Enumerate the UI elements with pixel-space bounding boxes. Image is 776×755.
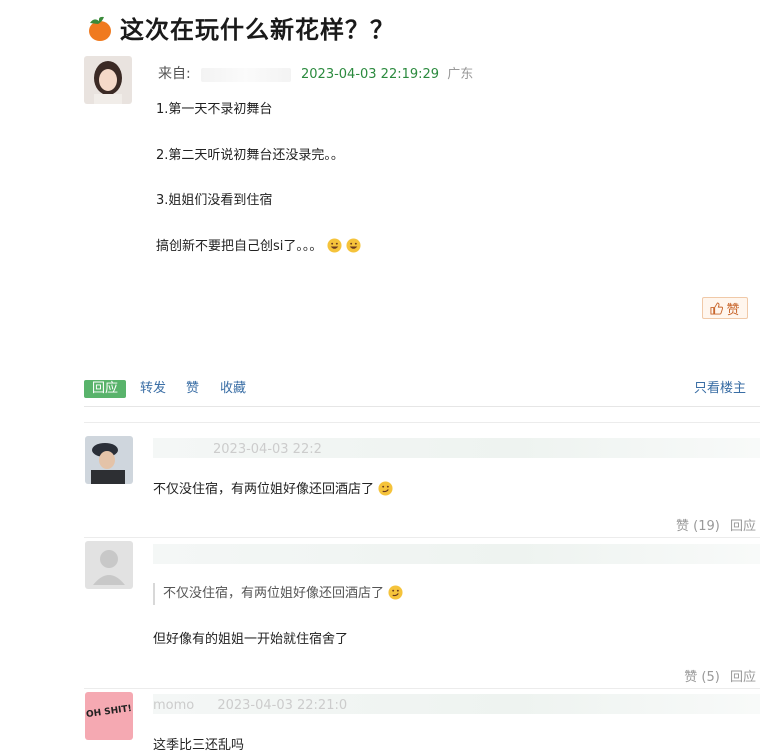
comment-footer: 赞 (19) 回应: [676, 515, 756, 534]
page-title: 这次在玩什么新花样？？: [120, 16, 395, 44]
avatar-text: OH SHIT!: [85, 703, 133, 721]
quoted-text: 不仅没住宿，有两位姐好像还回酒店了: [163, 586, 385, 601]
comment-text: 这季比三还乱吗: [153, 738, 245, 753]
comment-header-blurred: 2023-04-03 22:2: [153, 438, 760, 458]
post-line: 1.第一天不录初舞台: [156, 102, 273, 117]
from-label: 来自:: [158, 66, 191, 82]
smirk-emoji-icon: [378, 481, 393, 496]
comment-text: 但好像有的姐姐一开始就住宿舍了: [153, 632, 349, 647]
post-title-row: 这次在玩什么新花样？？: [84, 10, 395, 45]
divider: [84, 537, 760, 538]
author-avatar[interactable]: [84, 56, 132, 104]
commenter-avatar[interactable]: [85, 436, 133, 484]
post-meta: 来自: 2023-04-03 22:19:29 广东: [158, 63, 473, 83]
comment-reply-link[interactable]: 回应: [730, 519, 756, 534]
forward-link[interactable]: 转发: [140, 380, 166, 398]
post-line-text: 搞创新不要把自己创si了。。。: [156, 239, 323, 254]
comment-text: 不仅没住宿，有两位姐好像还回酒店了: [153, 478, 393, 497]
divider: [84, 688, 760, 689]
carrot-icon: [89, 16, 111, 41]
laugh-emoji-icon: [327, 238, 342, 253]
reply-button[interactable]: 回应: [84, 380, 126, 398]
post-location: 广东: [447, 67, 474, 82]
post-line: 3.姐姐们没看到住宿: [156, 193, 273, 208]
comment-like-link[interactable]: 赞 (19): [676, 519, 720, 534]
laugh-emoji-icon: [346, 238, 361, 253]
commenter-avatar-default[interactable]: [85, 541, 133, 589]
comment-header: momo 2023-04-03 22:21:0: [153, 694, 760, 714]
comment-time: 2023-04-03 22:2: [213, 442, 322, 457]
author-name-blurred[interactable]: [200, 67, 291, 82]
comment-time: 2023-04-03 22:21:0: [217, 698, 348, 713]
comment-reply-link[interactable]: 回应: [730, 670, 756, 685]
post-line-last: 搞创新不要把自己创si了。。。: [156, 235, 361, 254]
favorite-link[interactable]: 收藏: [220, 380, 246, 398]
commenter-name[interactable]: momo: [153, 698, 194, 713]
quoted-comment: 不仅没住宿，有两位姐好像还回酒店了: [153, 583, 403, 605]
divider: [84, 422, 760, 423]
post-line: 2.第二天听说初舞台还没录完。。: [156, 148, 344, 163]
thumb-up-icon: [710, 301, 724, 315]
like-link[interactable]: 赞: [186, 380, 199, 398]
comment-text-content: 不仅没住宿，有两位姐好像还回酒店了: [153, 482, 375, 497]
post-time: 2023-04-03 22:19:29: [301, 67, 440, 82]
post-action-bar: 回应 转发 赞 收藏 只看楼主: [84, 380, 760, 407]
comment-like-link[interactable]: 赞 (5): [684, 670, 720, 685]
like-label: 赞: [726, 302, 740, 318]
comment-footer: 赞 (5) 回应: [684, 666, 756, 685]
op-only-link[interactable]: 只看楼主: [694, 380, 746, 398]
commenter-avatar-ohshit[interactable]: OH SHIT!: [85, 692, 133, 740]
post-like-button[interactable]: 赞: [702, 297, 748, 319]
comment-header-blurred: [153, 544, 760, 564]
smirk-emoji-icon: [388, 585, 403, 600]
